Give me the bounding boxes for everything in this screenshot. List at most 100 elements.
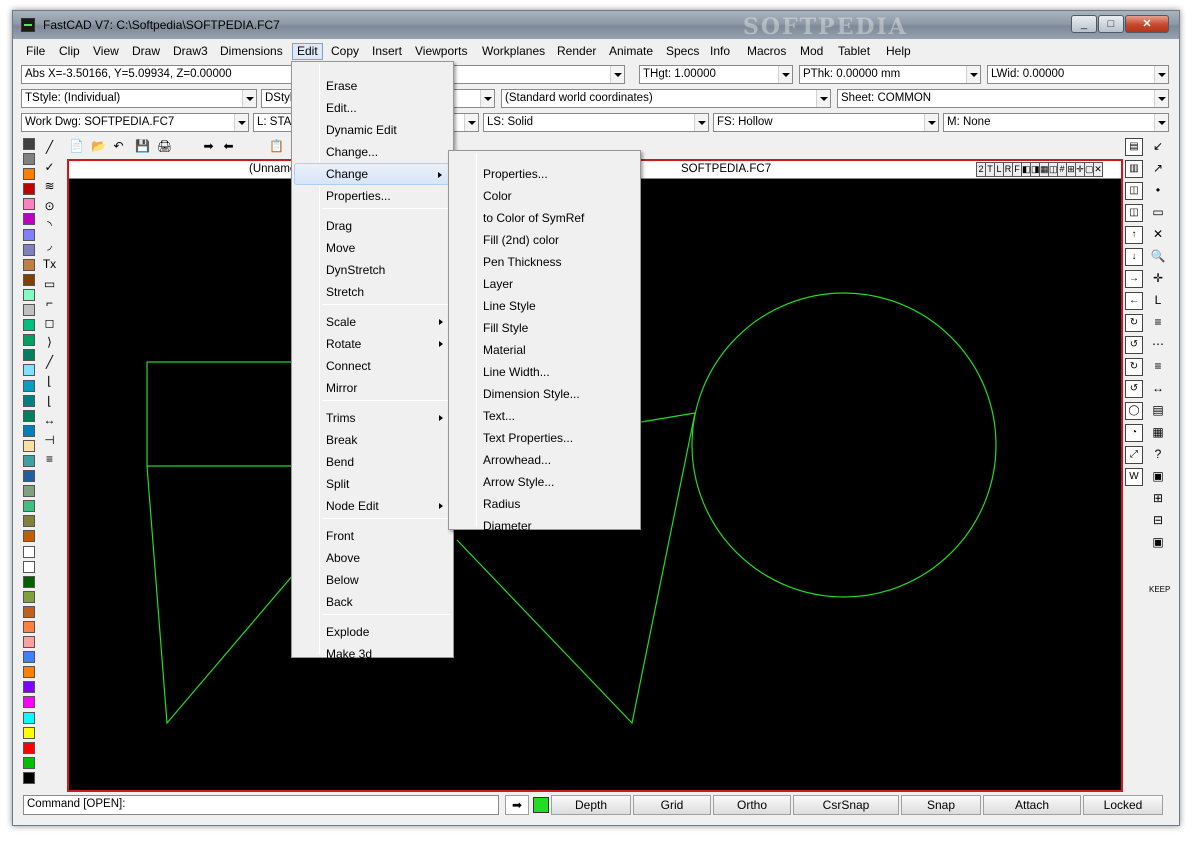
draw-tool-icon[interactable]: ◞ — [40, 236, 59, 256]
snap-tool-icon[interactable]: ▣ — [1149, 468, 1167, 486]
pen-thickness-combo[interactable]: PThk: 0.00000 mm — [799, 65, 981, 84]
line-width-combo[interactable]: LWid: 0.00000 — [987, 65, 1169, 84]
chevron-down-icon[interactable] — [966, 66, 980, 83]
view-tool-icon[interactable]: ▥ — [1125, 160, 1143, 178]
status-locked-button[interactable]: Locked — [1083, 795, 1163, 815]
fill-style-combo[interactable]: FS: Hollow — [713, 113, 939, 132]
edit-menu-item[interactable]: Stretch — [294, 281, 451, 303]
chevron-down-icon[interactable] — [1154, 90, 1168, 107]
color-swatch[interactable] — [23, 575, 35, 588]
edit-menu-item[interactable]: Break — [294, 429, 451, 451]
menu-animate[interactable]: Animate — [605, 43, 657, 60]
current-color-swatch[interactable] — [533, 797, 549, 813]
color-swatch[interactable] — [23, 243, 35, 256]
draw-tool-icon[interactable]: ⊙ — [40, 197, 59, 217]
menu-macros[interactable]: Macros — [743, 43, 790, 60]
menu-view[interactable]: View — [89, 43, 123, 60]
snap-tool-icon[interactable]: ≡ — [1149, 358, 1167, 376]
draw-tool-icon[interactable]: ◻ — [40, 314, 59, 334]
snap-tool-icon[interactable]: • — [1149, 182, 1167, 200]
color-swatch[interactable] — [23, 304, 35, 317]
color-swatch[interactable] — [23, 530, 35, 543]
menu-workplanes[interactable]: Workplanes — [478, 43, 549, 60]
edit-menu-item[interactable]: Node Edit — [294, 495, 451, 517]
command-arrow-icon[interactable]: ➡ — [505, 795, 529, 815]
snap-tool-icon[interactable]: L — [1149, 292, 1167, 310]
color-swatch[interactable] — [23, 741, 35, 754]
edit-menu-item[interactable]: Erase — [294, 75, 451, 97]
edit-menu-item[interactable]: Explode — [294, 621, 451, 643]
draw-tool-icon[interactable]: ≡ — [40, 450, 59, 470]
color-swatch[interactable] — [23, 424, 35, 437]
view-tool-icon[interactable]: ← — [1125, 292, 1143, 310]
snap-tool-icon[interactable]: ? — [1149, 446, 1167, 464]
menu-file[interactable]: File — [22, 43, 49, 60]
draw-tool-icon[interactable]: ╱ — [40, 353, 59, 373]
edit-menu-item[interactable]: Change... — [294, 141, 451, 163]
work-drawing-combo[interactable]: Work Dwg: SOFTPEDIA.FC7 — [21, 113, 249, 132]
change-menu-item[interactable]: to Color of SymRef — [451, 207, 638, 229]
change-menu-item[interactable]: Arrow Style... — [451, 471, 638, 493]
change-menu-item[interactable]: Fill Style — [451, 317, 638, 339]
change-menu-item[interactable]: Color — [451, 185, 638, 207]
change-menu-item[interactable]: Arrowhead... — [451, 449, 638, 471]
menu-tablet[interactable]: Tablet — [834, 43, 874, 60]
menu-draw[interactable]: Draw — [128, 43, 164, 60]
file-tool-icon[interactable]: ⬅ — [219, 137, 238, 157]
menu-render[interactable]: Render — [553, 43, 600, 60]
color-swatch[interactable] — [23, 334, 35, 347]
draw-tool-icon[interactable]: ↔ — [40, 411, 59, 431]
chevron-down-icon[interactable] — [480, 90, 494, 107]
file-tool-icon[interactable]: ↶ — [109, 137, 128, 157]
change-menu-item[interactable]: Properties... — [451, 163, 638, 185]
edit-menu-item[interactable]: Trims — [294, 407, 451, 429]
view-tool-icon[interactable]: ⤢ — [1125, 446, 1143, 464]
change-menu-item[interactable]: Text Properties... — [451, 427, 638, 449]
chevron-down-icon[interactable] — [242, 90, 256, 107]
color-swatch[interactable] — [23, 409, 35, 422]
menu-info[interactable]: Info — [706, 43, 734, 60]
color-swatch[interactable] — [23, 394, 35, 407]
file-tool-icon[interactable]: 📂 — [89, 137, 108, 157]
chevron-down-icon[interactable] — [778, 66, 792, 83]
color-swatch[interactable] — [23, 379, 35, 392]
change-menu-item[interactable]: Fill (2nd) color — [451, 229, 638, 251]
color-swatch[interactable] — [23, 183, 35, 196]
snap-tool-icon[interactable]: ≡ — [1149, 314, 1167, 332]
snap-tool-icon[interactable]: ✕ — [1149, 226, 1167, 244]
view-tool-icon[interactable]: ◯ — [1125, 402, 1143, 420]
file-tool-icon[interactable]: ➡ — [199, 137, 218, 157]
chevron-down-icon[interactable] — [234, 114, 248, 131]
coordinate-system-combo[interactable]: (Standard world coordinates) — [501, 89, 831, 108]
command-line[interactable]: Command [OPEN]: — [23, 795, 499, 815]
color-swatch[interactable] — [23, 681, 35, 694]
status-depth-button[interactable]: Depth — [551, 795, 631, 815]
edit-menu-item[interactable]: Scale — [294, 311, 451, 333]
file-tool-icon[interactable]: 💾 — [133, 137, 152, 157]
edit-menu-item[interactable]: Front — [294, 525, 451, 547]
view-tool-icon[interactable]: ↺ — [1125, 380, 1143, 398]
menu-edit[interactable]: Edit — [292, 43, 323, 60]
color-swatch[interactable] — [23, 273, 35, 286]
chevron-down-icon[interactable] — [694, 114, 708, 131]
color-swatch[interactable] — [23, 756, 35, 769]
color-swatch[interactable] — [23, 515, 35, 528]
chevron-down-icon[interactable] — [924, 114, 938, 131]
status-csrsnap-button[interactable]: CsrSnap — [793, 795, 899, 815]
view-tool-icon[interactable]: ◔ — [1125, 424, 1143, 442]
title-bar[interactable]: FastCAD V7: C:\Softpedia\SOFTPEDIA.FC7 S… — [13, 11, 1179, 40]
line-style-combo[interactable]: LS: Solid — [483, 113, 709, 132]
color-swatch[interactable] — [23, 545, 35, 558]
color-swatch[interactable] — [23, 470, 35, 483]
view-tool-icon[interactable]: ↻ — [1125, 314, 1143, 332]
color-swatch[interactable] — [23, 696, 35, 709]
menu-insert[interactable]: Insert — [368, 43, 406, 60]
color-swatch[interactable] — [23, 621, 35, 633]
file-tool-icon[interactable]: 📋 — [267, 137, 286, 157]
view-tool-icon[interactable]: ◫ — [1125, 204, 1143, 222]
edit-menu-item[interactable]: Rotate — [294, 333, 451, 355]
text-height-combo[interactable]: THgt: 1.00000 — [639, 65, 793, 84]
close-button[interactable]: ✕ — [1125, 15, 1169, 33]
color-swatch[interactable] — [23, 666, 35, 679]
status-snap-button[interactable]: Snap — [901, 795, 981, 815]
